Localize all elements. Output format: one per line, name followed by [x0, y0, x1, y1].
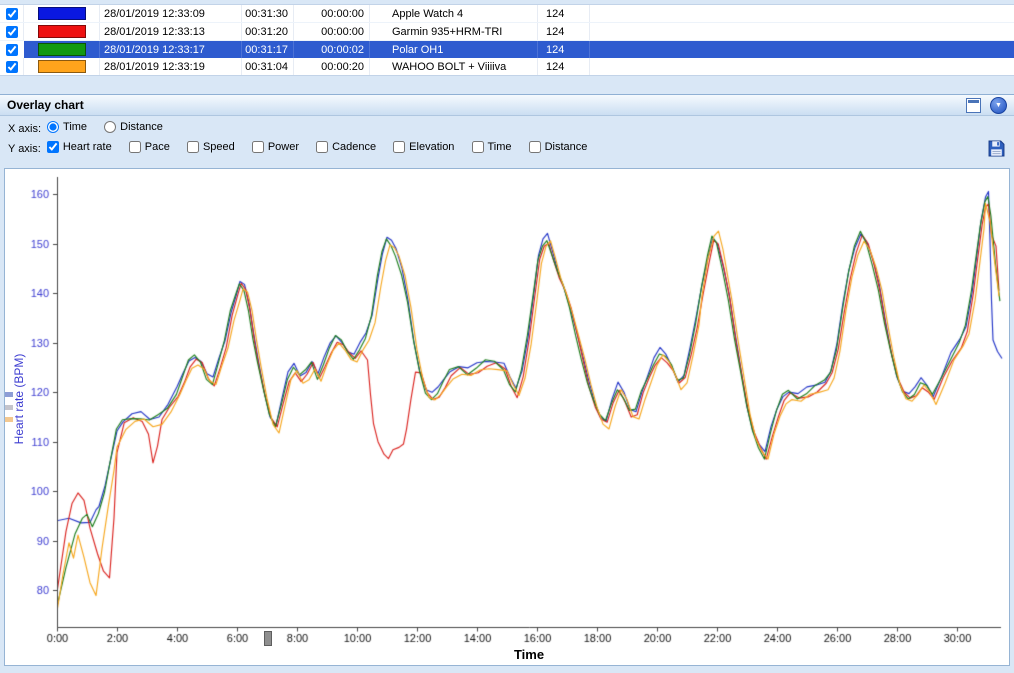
chevron-down-icon: ▼ — [995, 102, 1002, 109]
session-datetime: 28/01/2019 12:33:09 — [100, 5, 242, 22]
time-scrub-handle[interactable] — [264, 631, 272, 646]
app-window: 28/01/2019 12:33:09 00:31:30 00:00:00 Ap… — [0, 0, 1014, 673]
chart-panel: Heart rate (BPM) Time — [4, 168, 1010, 666]
session-device: Apple Watch 4 — [370, 5, 538, 22]
overlay-chart-canvas[interactable] — [5, 169, 1009, 647]
session-value: 124 — [538, 23, 590, 40]
checkbox-speed[interactable] — [187, 141, 199, 153]
table-row[interactable]: 28/01/2019 12:33:17 00:31:17 00:00:02 Po… — [0, 41, 1014, 58]
sessions-table: 28/01/2019 12:33:09 00:31:30 00:00:00 Ap… — [0, 4, 1014, 76]
session-device: WAHOO BOLT + Viiiiva — [370, 58, 538, 75]
save-chart-button[interactable] — [986, 138, 1006, 158]
checkbox-distance[interactable] — [529, 141, 541, 153]
radio-distance[interactable] — [104, 121, 116, 133]
checkbox-cadence[interactable] — [316, 141, 328, 153]
session-duration: 00:31:20 — [242, 23, 294, 40]
overlay-chart-header: Overlay chart ▼ — [0, 94, 1014, 116]
session-offset: 00:00:00 — [294, 5, 370, 22]
checkbox-heart-rate[interactable] — [47, 141, 59, 153]
session-datetime: 28/01/2019 12:33:13 — [100, 23, 242, 40]
session-value: 124 — [538, 5, 590, 22]
panel-title: Overlay chart — [7, 98, 84, 112]
color-swatch — [38, 60, 86, 73]
chart-controls: X axis: Time Distance Y axis: Heart rate… — [0, 118, 1014, 168]
session-device: Garmin 935+HRM-TRI — [370, 23, 538, 40]
floppy-icon — [988, 140, 1005, 157]
window-bar-icon — [968, 100, 979, 103]
checkbox-elevation[interactable] — [393, 141, 405, 153]
color-swatch — [38, 25, 86, 38]
table-row[interactable]: 28/01/2019 12:33:19 00:31:04 00:00:20 WA… — [0, 58, 1014, 75]
checkbox-time[interactable] — [472, 141, 484, 153]
table-row[interactable]: 28/01/2019 12:33:09 00:31:30 00:00:00 Ap… — [0, 5, 1014, 23]
session-offset: 00:00:00 — [294, 23, 370, 40]
y-axis-label: Y axis: — [8, 143, 41, 155]
checkbox-power[interactable] — [252, 141, 264, 153]
session-value: 124 — [538, 58, 590, 75]
session-value: 124 — [538, 41, 590, 58]
color-swatch — [38, 43, 86, 56]
session-visible-checkbox[interactable] — [6, 61, 18, 73]
session-duration: 00:31:17 — [242, 41, 294, 58]
y-axis-row: Y axis: Heart rate Pace Speed Power Cade… — [8, 141, 601, 156]
session-visible-checkbox[interactable] — [6, 26, 18, 38]
session-offset: 00:00:02 — [294, 41, 370, 58]
left-marker — [5, 417, 13, 422]
x-axis-title: Time — [57, 647, 1001, 662]
session-datetime: 28/01/2019 12:33:17 — [100, 41, 242, 58]
session-visible-checkbox[interactable] — [6, 44, 18, 56]
color-swatch — [38, 7, 86, 20]
x-axis-options: Time Distance — [47, 121, 177, 136]
session-offset: 00:00:20 — [294, 58, 370, 75]
checkbox-pace[interactable] — [129, 141, 141, 153]
x-axis-label: X axis: — [8, 123, 41, 135]
y-axis-title: Heart rate (BPM) — [12, 334, 26, 464]
session-duration: 00:31:04 — [242, 58, 294, 75]
left-marker — [5, 392, 13, 397]
session-device: Polar OH1 — [370, 41, 538, 58]
session-datetime: 28/01/2019 12:33:19 — [100, 58, 242, 75]
session-visible-checkbox[interactable] — [6, 8, 18, 20]
left-marker — [5, 405, 13, 410]
y-axis-options: Heart rate Pace Speed Power Cadence Elev… — [47, 141, 602, 156]
header-icons: ▼ — [966, 97, 1007, 114]
x-axis-row: X axis: Time Distance — [8, 121, 177, 136]
radio-time[interactable] — [47, 121, 59, 133]
session-duration: 00:31:30 — [242, 5, 294, 22]
restore-panel-icon[interactable] — [966, 98, 981, 113]
collapse-panel-button[interactable]: ▼ — [990, 97, 1007, 114]
table-row[interactable]: 28/01/2019 12:33:13 00:31:20 00:00:00 Ga… — [0, 23, 1014, 41]
